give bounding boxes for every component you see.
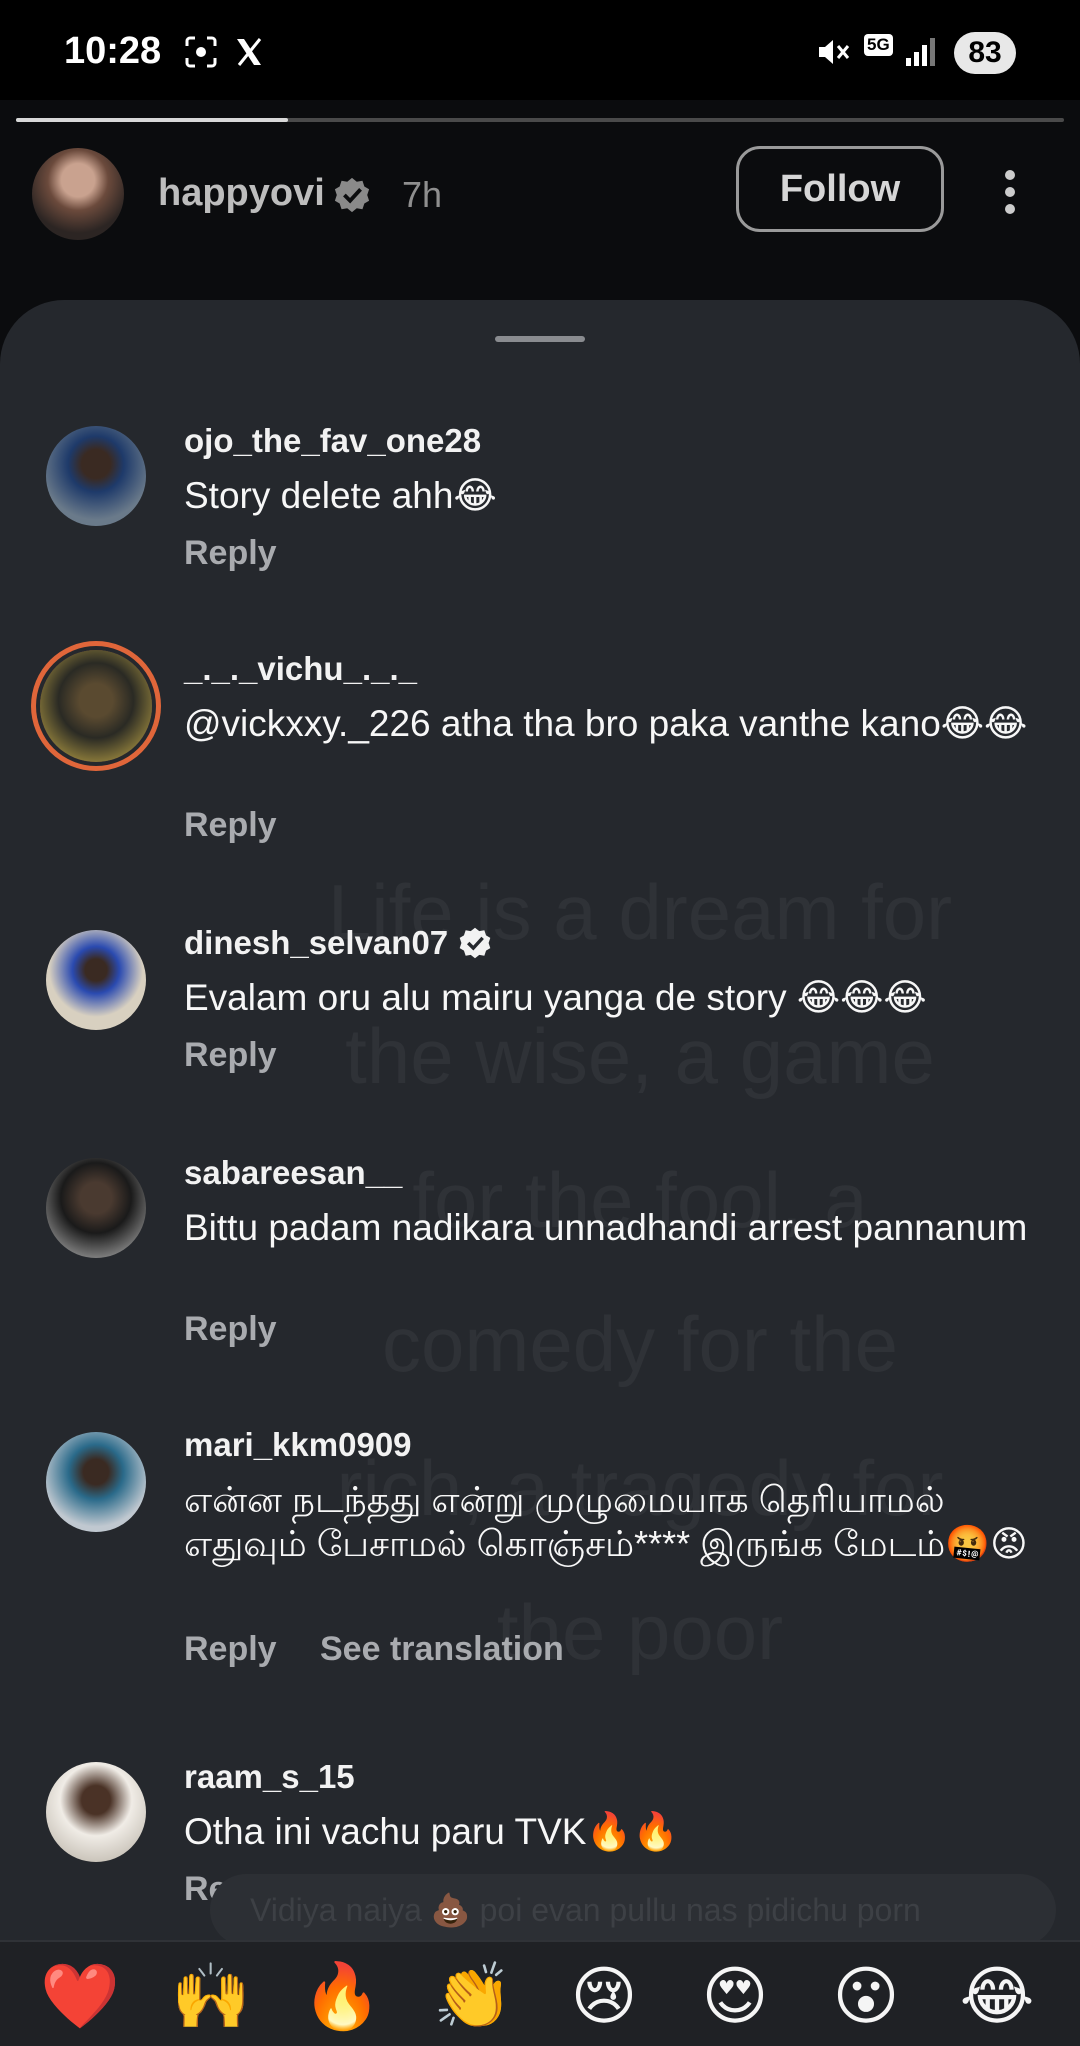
verified-badge-icon — [334, 177, 369, 213]
commenter-avatar[interactable] — [46, 1762, 146, 1862]
comment-text: Evalam oru alu mairu yanga de story 😂😂😂 — [184, 977, 927, 1018]
comment-text: என்ன நடந்தது என்று முழுமையாக தெரியாமல் எ… — [184, 1479, 1028, 1564]
fire-emoji-button[interactable]: 🔥 — [302, 1956, 382, 2036]
commenter-avatar[interactable] — [46, 426, 146, 526]
comment-text: @vickxxy._226 atha tha bro paka vanthe k… — [184, 703, 1028, 744]
commenter-avatar[interactable] — [40, 650, 152, 762]
comments-sheet: Life is a dream for the wise, a game for… — [0, 300, 1080, 2044]
comment-username[interactable]: ojo_the_fav_one28 — [184, 422, 481, 460]
story-progress-fill — [16, 118, 289, 122]
story-author-username[interactable]: happyovi — [158, 172, 325, 214]
comment-username[interactable]: sabareesan__ — [184, 1154, 402, 1192]
comment-text: Bittu padam nadikara unnadhandi arrest p… — [184, 1207, 1028, 1248]
commenter-avatar[interactable] — [46, 1158, 146, 1258]
signal-icon — [906, 38, 935, 66]
crying-emoji-button[interactable]: 😢 — [564, 1956, 644, 2036]
commenter-avatar[interactable] — [46, 1432, 146, 1532]
comment-username[interactable]: _._._vichu_._._ — [184, 650, 417, 688]
comment-text: Otha ini vachu paru TVK🔥🔥 — [184, 1811, 679, 1852]
heart-eyes-emoji-button[interactable]: 😍 — [695, 1956, 775, 2036]
reply-button[interactable]: Reply — [184, 1630, 277, 1669]
laughing-emoji-button[interactable]: 😂 — [957, 1956, 1037, 2036]
verified-badge-icon — [459, 927, 491, 959]
clapping-emoji-button[interactable]: 👏 — [433, 1956, 513, 2036]
background-quote-text: Life is a dream for the wise, a game for… — [327, 868, 953, 1676]
reply-button[interactable]: Reply — [184, 806, 277, 845]
battery-indicator: 83 — [954, 32, 1016, 74]
comment-username[interactable]: dinesh_selvan07 — [184, 924, 492, 962]
status-time: 10:28 — [64, 30, 162, 72]
heart-emoji-button[interactable]: ❤️ — [40, 1956, 120, 2036]
commenter-avatar[interactable] — [46, 930, 146, 1030]
background-comment-bubble: Vidiya naiya 💩 poi evan pullu nas pidich… — [210, 1874, 1056, 1946]
see-translation-button[interactable]: See translation — [320, 1630, 564, 1669]
reply-button[interactable]: Reply — [184, 1036, 277, 1075]
comment-username[interactable]: raam_s_15 — [184, 1758, 355, 1796]
mute-icon — [819, 40, 850, 64]
story-time-ago: 7h — [402, 174, 443, 215]
quick-reaction-bar: ❤️ 🙌 🔥 👏 😢 😍 😮 😂 — [0, 1940, 1080, 2046]
network-type-badge: 5G — [864, 34, 893, 56]
x-app-icon — [237, 38, 262, 66]
surprised-emoji-button[interactable]: 😮 — [826, 1956, 906, 2036]
story-author-avatar[interactable] — [32, 148, 124, 240]
raising-hands-emoji-button[interactable]: 🙌 — [171, 1956, 251, 2036]
reply-button[interactable]: Reply — [184, 1310, 277, 1349]
story-progress-bar — [16, 118, 1064, 122]
screenshot-icon — [185, 36, 217, 68]
comment-username[interactable]: mari_kkm0909 — [184, 1426, 412, 1464]
follow-button[interactable]: Follow — [736, 146, 944, 232]
status-bar: 10:28 5G 83 — [0, 0, 1080, 100]
comment-username-text[interactable]: dinesh_selvan07 — [184, 924, 448, 961]
sheet-drag-handle[interactable] — [495, 336, 585, 342]
reply-button[interactable]: Reply — [184, 534, 277, 573]
more-options-icon[interactable] — [1000, 170, 1020, 216]
comment-text: Story delete ahh😂 — [184, 475, 497, 516]
story-author[interactable]: happyovi — [158, 172, 371, 215]
